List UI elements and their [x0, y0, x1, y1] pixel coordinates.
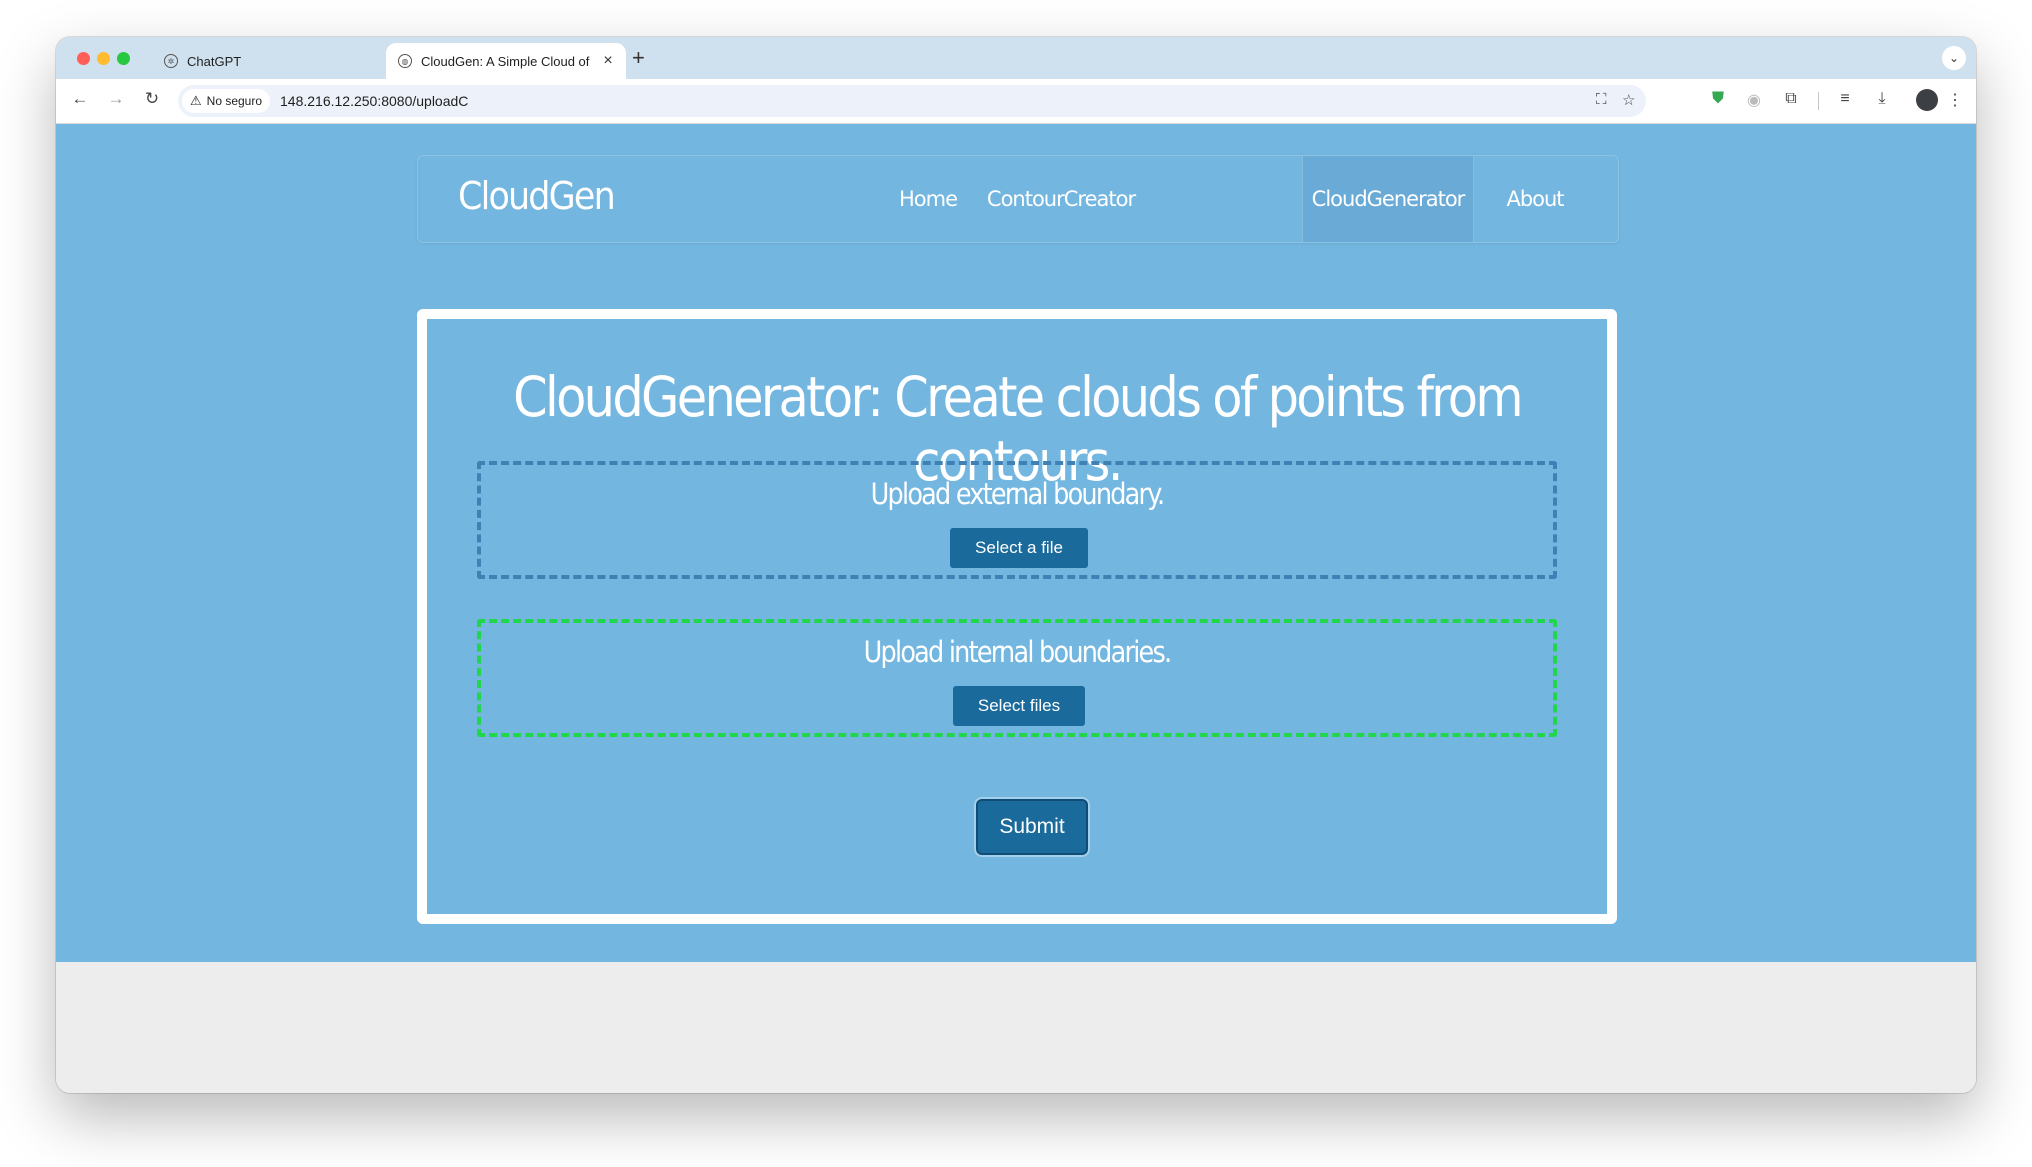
browser-window: ✲ ChatGPT × ◍ CloudGen: A Simple Cloud o…: [56, 37, 1976, 1093]
nav-contourcreator[interactable]: ContourCreator: [978, 156, 1144, 242]
media-controls-icon[interactable]: ≡: [1834, 90, 1856, 108]
kebab-menu-icon[interactable]: ⋮: [1944, 90, 1966, 110]
external-boundary-dropzone[interactable]: Upload external boundary. Select a file: [477, 461, 1557, 579]
back-arrow-icon[interactable]: ←: [68, 89, 92, 109]
maximize-window-button[interactable]: [117, 52, 130, 65]
toolbar-divider: [1818, 92, 1819, 110]
tab-search-chevron-icon[interactable]: ⌄: [1942, 46, 1966, 70]
select-files-button[interactable]: Select files: [953, 686, 1085, 726]
profile-avatar[interactable]: [1916, 89, 1938, 111]
select-file-button[interactable]: Select a file: [950, 528, 1088, 568]
upload-card: CloudGenerator: Create clouds of points …: [417, 309, 1617, 924]
extension-circle-icon[interactable]: ◉: [1743, 90, 1765, 110]
security-indicator[interactable]: ⚠ No seguro: [182, 89, 271, 113]
site-brand[interactable]: CloudGen: [458, 174, 616, 218]
nav-home[interactable]: Home: [892, 156, 964, 242]
shield-icon[interactable]: ⛊: [1707, 90, 1729, 108]
warning-triangle-icon: ⚠: [190, 93, 202, 108]
tab-strip: ✲ ChatGPT × ◍ CloudGen: A Simple Cloud o…: [56, 37, 1976, 79]
page-bottom-area: [56, 962, 1976, 1093]
tab-close-icon[interactable]: ×: [596, 52, 620, 70]
close-window-button[interactable]: [77, 52, 90, 65]
translate-icon[interactable]: ⛶: [1596, 91, 1607, 108]
page-content: CloudGen Home ContourCreator CloudGenera…: [56, 124, 1976, 962]
security-label: No seguro: [206, 94, 263, 108]
site-navbar: CloudGen Home ContourCreator CloudGenera…: [417, 155, 1619, 243]
browser-toolbar: ← → ↻ ⚠ No seguro 148.216.12.250:8080/up…: [56, 79, 1976, 124]
url-text[interactable]: 148.216.12.250:8080/uploadC: [280, 93, 468, 109]
star-icon[interactable]: ☆: [1622, 91, 1635, 109]
forward-arrow-icon[interactable]: →: [104, 89, 128, 109]
address-bar[interactable]: ⚠ No seguro 148.216.12.250:8080/uploadC …: [178, 85, 1646, 117]
download-icon[interactable]: ⤓: [1871, 90, 1893, 108]
reload-icon[interactable]: ↻: [140, 89, 164, 109]
tab-title: ChatGPT: [187, 53, 242, 69]
nav-about[interactable]: About: [1482, 156, 1588, 242]
chatgpt-favicon-icon: ✲: [164, 54, 178, 68]
globe-favicon-icon: ◍: [398, 54, 412, 68]
minimize-window-button[interactable]: [97, 52, 110, 65]
tab-title: CloudGen: A Simple Cloud of: [421, 53, 590, 69]
nav-cloudgenerator[interactable]: CloudGenerator: [1302, 156, 1474, 242]
internal-boundaries-label: Upload internal boundaries.: [863, 635, 1172, 669]
new-tab-button[interactable]: +: [632, 47, 645, 69]
internal-boundaries-dropzone[interactable]: Upload internal boundaries. Select files: [477, 619, 1557, 737]
external-boundary-label: Upload external boundary.: [870, 477, 1165, 511]
submit-button[interactable]: Submit: [976, 799, 1088, 855]
tab-cloudgen[interactable]: ◍ CloudGen: A Simple Cloud of ×: [386, 43, 626, 79]
puzzle-icon[interactable]: ⧉: [1780, 90, 1802, 108]
